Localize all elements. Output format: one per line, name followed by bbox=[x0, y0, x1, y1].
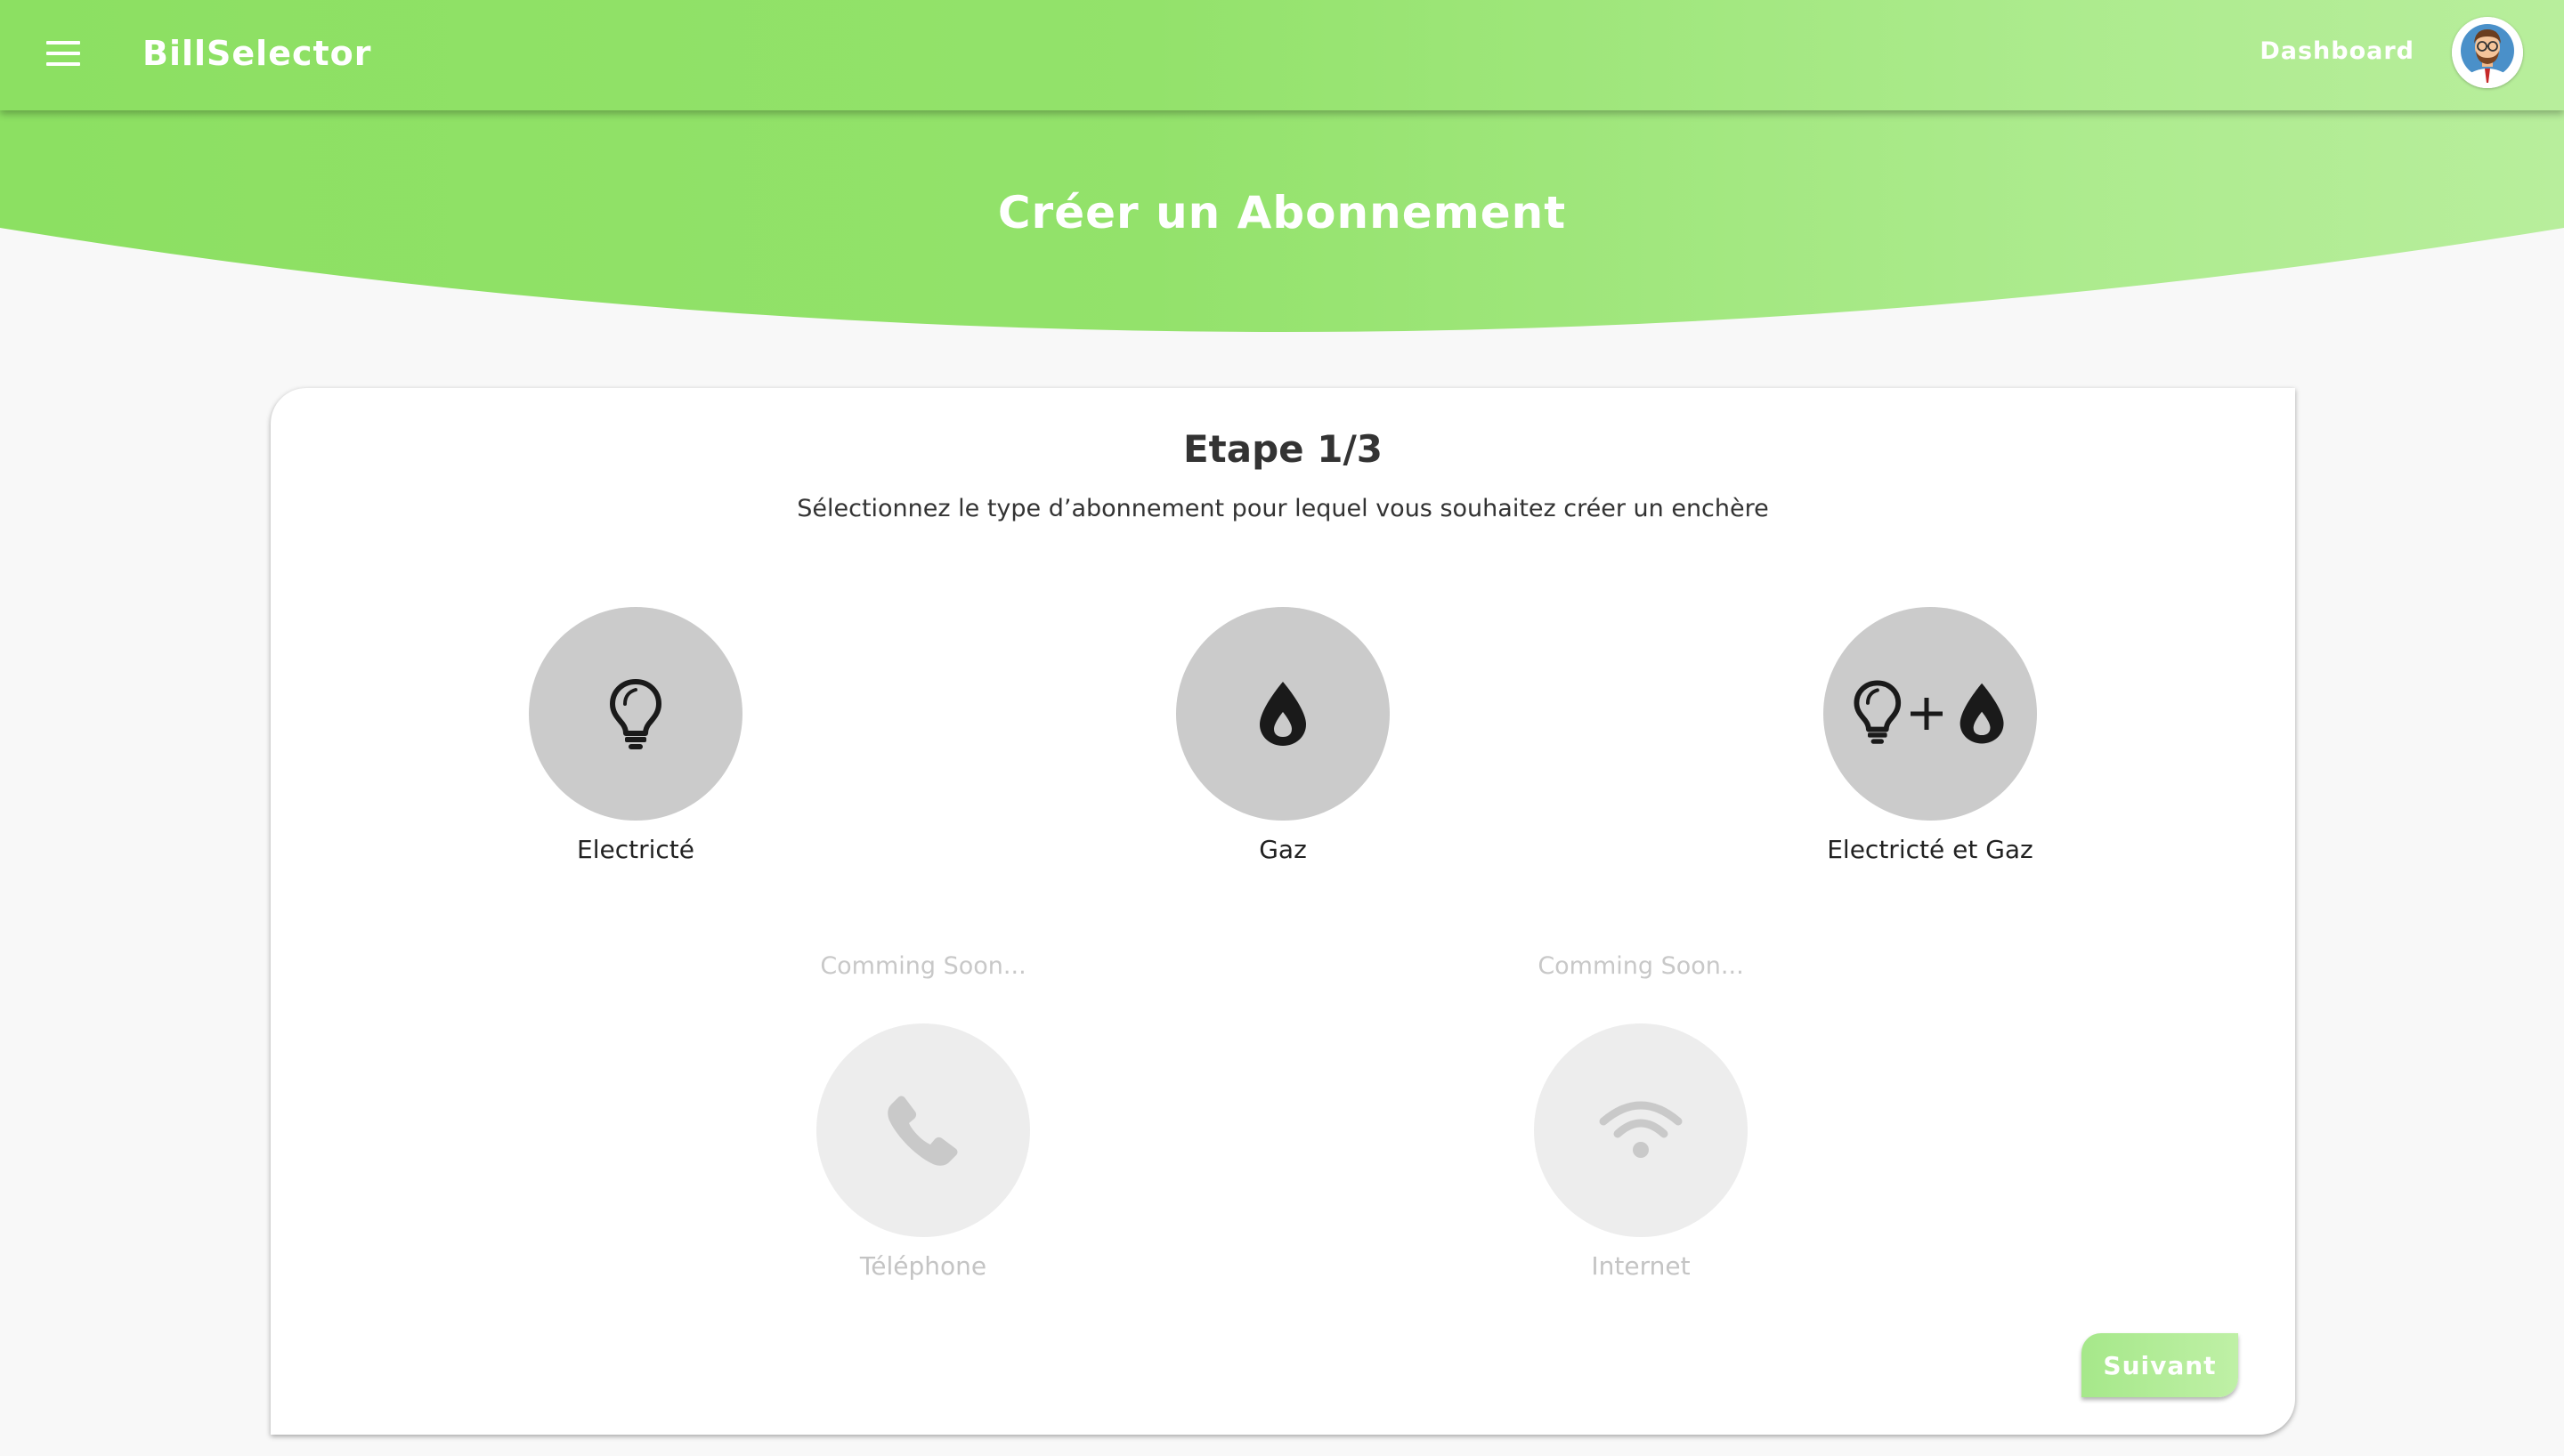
option-phone: Téléphone bbox=[745, 1023, 1101, 1281]
lightbulb-icon bbox=[610, 679, 661, 749]
next-button[interactable]: Suivant bbox=[2081, 1333, 2238, 1397]
option-internet-circle bbox=[1534, 1023, 1748, 1237]
option-internet: Internet bbox=[1463, 1023, 1819, 1281]
option-electricity-gas-circle[interactable] bbox=[1823, 607, 2037, 821]
option-gas-circle[interactable] bbox=[1176, 607, 1390, 821]
phone-coming-soon-label: Comming Soon... bbox=[820, 952, 1026, 980]
subscription-wizard-card: Etape 1/3 Sélectionnez le type d’abonnem… bbox=[271, 388, 2295, 1435]
option-phone-label: Téléphone bbox=[859, 1251, 987, 1281]
step-title: Etape 1/3 bbox=[1182, 427, 1383, 471]
hamburger-menu-icon[interactable] bbox=[46, 41, 82, 68]
lightbulb-plus-flame-icon bbox=[1854, 680, 2004, 744]
option-phone-circle bbox=[816, 1023, 1030, 1237]
phone-icon bbox=[888, 1096, 958, 1166]
option-electricity-label: Electricté bbox=[577, 835, 694, 864]
internet-coming-soon-label: Comming Soon... bbox=[1538, 952, 1744, 980]
option-electricity-gas[interactable]: Electricté et Gaz bbox=[1752, 607, 2108, 864]
option-internet-label: Internet bbox=[1591, 1251, 1691, 1281]
step-instructions: Sélectionnez le type d’abonnement pour l… bbox=[797, 495, 1769, 522]
app-brand[interactable]: BillSelector bbox=[142, 28, 372, 78]
option-electricity-gas-label: Electricté et Gaz bbox=[1827, 835, 2033, 864]
option-gas[interactable]: Gaz bbox=[1105, 607, 1461, 864]
page-title: Créer un Abonnement bbox=[997, 187, 1567, 239]
dashboard-link[interactable]: Dashboard bbox=[2260, 30, 2414, 73]
user-avatar-icon[interactable] bbox=[2452, 17, 2523, 88]
wifi-icon bbox=[1599, 1101, 1683, 1158]
option-electricity[interactable]: Electricté bbox=[458, 607, 814, 864]
option-gas-label: Gaz bbox=[1259, 835, 1307, 864]
top-app-bar: BillSelector Dashboard bbox=[0, 0, 2564, 110]
option-electricity-circle[interactable] bbox=[529, 607, 742, 821]
flame-drop-icon bbox=[1260, 682, 1306, 746]
